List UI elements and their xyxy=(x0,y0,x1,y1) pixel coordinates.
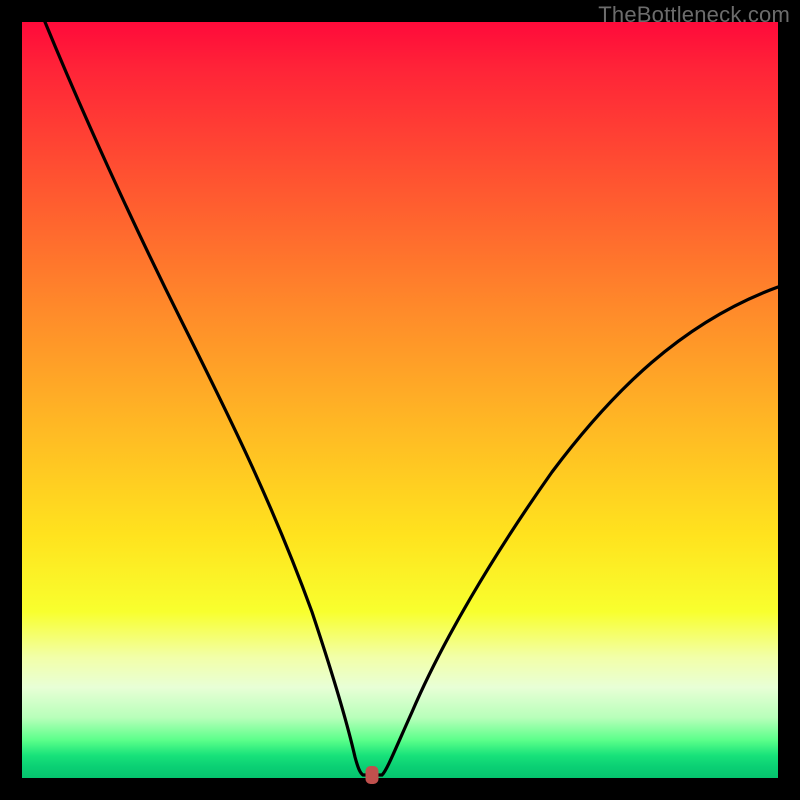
curve-path xyxy=(45,22,778,775)
bottleneck-curve xyxy=(22,22,778,778)
min-point-dot xyxy=(366,766,379,784)
plot-area xyxy=(22,22,778,778)
watermark-text: TheBottleneck.com xyxy=(598,2,790,28)
